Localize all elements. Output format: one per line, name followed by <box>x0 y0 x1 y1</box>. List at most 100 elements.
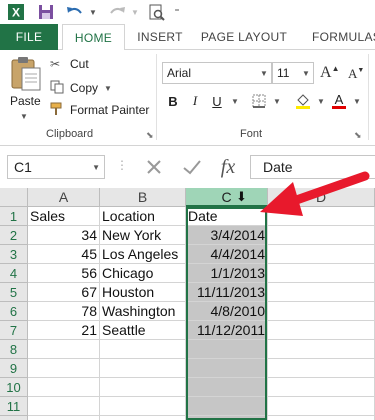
row-header-2[interactable]: 2 <box>0 226 28 245</box>
italic-button[interactable]: I <box>186 92 204 110</box>
row-header-12[interactable]: 12 <box>0 416 28 420</box>
cell-c6[interactable]: 4/8/2010 <box>186 302 268 321</box>
font-launcher-icon[interactable]: ⬊ <box>354 130 362 141</box>
tab-formulas[interactable]: FORMULAS <box>300 24 375 50</box>
cell-c9[interactable] <box>186 359 268 378</box>
cell-c3[interactable]: 4/4/2014 <box>186 245 268 264</box>
cell-d12[interactable] <box>268 416 375 420</box>
cell-a4[interactable]: 56 <box>28 264 100 283</box>
cell-c12[interactable] <box>186 416 268 420</box>
tab-page-layout[interactable]: PAGE LAYOUT <box>198 24 290 50</box>
cell-b3[interactable]: Los Angeles <box>100 245 186 264</box>
paste-icon[interactable] <box>8 56 42 92</box>
chevron-down-icon[interactable]: ▼ <box>257 63 271 83</box>
row-header-10[interactable]: 10 <box>0 378 28 397</box>
cell-a3[interactable]: 45 <box>28 245 100 264</box>
underline-button[interactable]: U <box>208 92 226 110</box>
cancel-icon[interactable] <box>140 155 168 179</box>
paste-dropdown-icon[interactable]: ▼ <box>20 112 28 121</box>
cell-c11[interactable] <box>186 397 268 416</box>
font-color-icon[interactable]: A <box>330 92 348 110</box>
chevron-down-icon[interactable]: ▼ <box>92 163 100 172</box>
cell-b2[interactable]: New York <box>100 226 186 245</box>
cell-d11[interactable] <box>268 397 375 416</box>
row-header-5[interactable]: 5 <box>0 283 28 302</box>
cell-d3[interactable] <box>268 245 375 264</box>
cell-b9[interactable] <box>100 359 186 378</box>
font-color-dropdown-icon[interactable]: ▼ <box>348 92 366 110</box>
bold-button[interactable]: B <box>164 92 182 110</box>
format-painter-button[interactable]: Format Painter <box>50 100 149 120</box>
row-header-9[interactable]: 9 <box>0 359 28 378</box>
row-header-11[interactable]: 11 <box>0 397 28 416</box>
redo-dropdown-icon[interactable]: ▼ <box>130 2 140 22</box>
row-header-6[interactable]: 6 <box>0 302 28 321</box>
tab-file[interactable]: FILE <box>0 24 58 50</box>
cell-c5[interactable]: 11/11/2013 <box>186 283 268 302</box>
clipboard-launcher-icon[interactable]: ⬊ <box>146 130 154 141</box>
column-header-b[interactable]: B <box>100 188 186 207</box>
cell-b8[interactable] <box>100 340 186 359</box>
decrease-font-size-icon[interactable]: A▼ <box>348 66 364 82</box>
cell-a11[interactable] <box>28 397 100 416</box>
cell-a8[interactable] <box>28 340 100 359</box>
font-family-select[interactable]: Arial ▼ <box>162 62 272 84</box>
save-icon[interactable] <box>36 2 56 22</box>
cell-b7[interactable]: Seattle <box>100 321 186 340</box>
tab-insert[interactable]: INSERT <box>128 24 192 50</box>
cell-d5[interactable] <box>268 283 375 302</box>
cell-a5[interactable]: 67 <box>28 283 100 302</box>
copy-dropdown-icon[interactable]: ▼ <box>104 84 112 93</box>
cell-a1[interactable]: Sales <box>28 207 100 226</box>
cut-button[interactable]: ✂ Cut <box>50 54 89 74</box>
cell-a6[interactable]: 78 <box>28 302 100 321</box>
cell-b1[interactable]: Location <box>100 207 186 226</box>
row-header-8[interactable]: 8 <box>0 340 28 359</box>
redo-icon[interactable] <box>106 2 128 22</box>
copy-button[interactable]: Copy ▼ <box>50 78 112 98</box>
insert-function-button[interactable]: fx <box>214 155 242 179</box>
fill-color-icon[interactable] <box>294 92 312 110</box>
row-header-7[interactable]: 7 <box>0 321 28 340</box>
cell-d4[interactable] <box>268 264 375 283</box>
cell-c8[interactable] <box>186 340 268 359</box>
name-box[interactable]: C1 ▼ <box>7 155 105 179</box>
cell-b12[interactable] <box>100 416 186 420</box>
fill-color-dropdown-icon[interactable]: ▼ <box>312 92 330 110</box>
row-header-4[interactable]: 4 <box>0 264 28 283</box>
row-header-1[interactable]: 1 <box>0 207 28 226</box>
cell-a2[interactable]: 34 <box>28 226 100 245</box>
customize-toolbar-icon[interactable]: ⁼ <box>172 2 182 22</box>
cell-c2[interactable]: 3/4/2014 <box>186 226 268 245</box>
cell-d10[interactable] <box>268 378 375 397</box>
select-all-corner[interactable] <box>0 188 28 207</box>
underline-dropdown-icon[interactable]: ▼ <box>226 92 244 110</box>
undo-icon[interactable] <box>64 2 86 22</box>
cell-d8[interactable] <box>268 340 375 359</box>
cell-b6[interactable]: Washington <box>100 302 186 321</box>
cell-a12[interactable] <box>28 416 100 420</box>
font-size-select[interactable]: 11 ▼ <box>272 62 314 84</box>
cell-c10[interactable] <box>186 378 268 397</box>
enter-check-icon[interactable] <box>178 155 206 179</box>
cell-d7[interactable] <box>268 321 375 340</box>
cell-a10[interactable] <box>28 378 100 397</box>
borders-icon[interactable] <box>250 92 268 110</box>
cell-c7[interactable]: 11/12/2011 <box>186 321 268 340</box>
undo-dropdown-icon[interactable]: ▼ <box>88 2 98 22</box>
cell-d6[interactable] <box>268 302 375 321</box>
column-header-a[interactable]: A <box>28 188 100 207</box>
cell-a7[interactable]: 21 <box>28 321 100 340</box>
row-header-3[interactable]: 3 <box>0 245 28 264</box>
cell-d9[interactable] <box>268 359 375 378</box>
cell-a9[interactable] <box>28 359 100 378</box>
cell-b10[interactable] <box>100 378 186 397</box>
paste-button[interactable]: Paste <box>10 94 41 108</box>
print-preview-icon[interactable] <box>146 2 168 22</box>
increase-font-size-icon[interactable]: A▲ <box>320 64 339 82</box>
chevron-down-icon[interactable]: ▼ <box>299 63 313 83</box>
cell-b5[interactable]: Houston <box>100 283 186 302</box>
cell-d2[interactable] <box>268 226 375 245</box>
cell-b4[interactable]: Chicago <box>100 264 186 283</box>
cell-b11[interactable] <box>100 397 186 416</box>
